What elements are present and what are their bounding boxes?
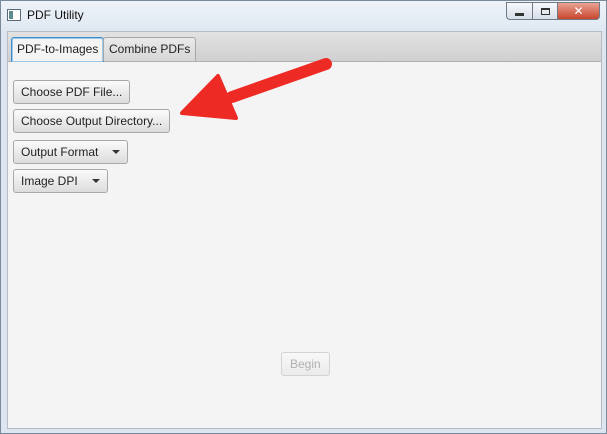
minimize-icon	[515, 12, 524, 16]
output-format-label: Output Format	[21, 145, 99, 159]
window-controls: ✕	[506, 2, 600, 21]
window-title: PDF Utility	[27, 8, 84, 22]
choose-output-directory-label: Choose Output Directory...	[21, 114, 163, 128]
close-icon: ✕	[573, 4, 584, 18]
chevron-down-icon	[112, 150, 121, 154]
begin-label: Begin	[290, 357, 321, 371]
chevron-down-icon	[91, 179, 100, 183]
image-dpi-dropdown[interactable]: Image DPI	[13, 169, 108, 193]
begin-button[interactable]: Begin	[281, 352, 330, 376]
image-dpi-label: Image DPI	[21, 174, 78, 188]
choose-pdf-file-button[interactable]: Choose PDF File...	[13, 80, 131, 104]
choose-output-directory-button[interactable]: Choose Output Directory...	[13, 109, 171, 133]
app-window: PDF Utility ✕ PDF-to-Images Combine PDFs…	[0, 0, 607, 434]
maximize-button[interactable]	[532, 2, 557, 20]
close-button[interactable]: ✕	[557, 2, 600, 20]
app-window-icon	[7, 9, 21, 21]
minimize-button[interactable]	[506, 2, 532, 20]
title-bar[interactable]: PDF Utility ✕	[1, 1, 606, 31]
tab-pdf-to-images[interactable]: PDF-to-Images	[11, 37, 105, 62]
tab-combine-pdfs[interactable]: Combine PDFs	[103, 37, 197, 61]
tab-bar: PDF-to-Images Combine PDFs	[8, 32, 601, 62]
output-format-dropdown[interactable]: Output Format	[13, 140, 129, 164]
client-area: PDF-to-Images Combine PDFs Choose PDF Fi…	[7, 31, 602, 429]
choose-pdf-file-label: Choose PDF File...	[21, 85, 123, 99]
maximize-icon	[540, 7, 550, 15]
